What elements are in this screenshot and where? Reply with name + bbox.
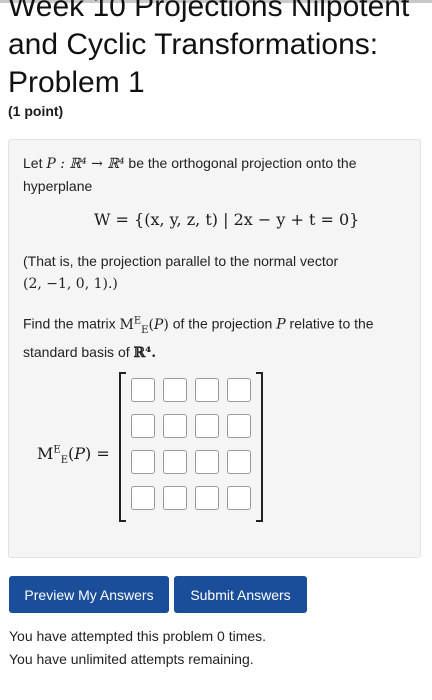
matrix-entry-input[interactable] — [131, 450, 155, 474]
find-matrix-symbol: MEE(P) — [119, 315, 169, 336]
find-middle: of the projection — [172, 315, 273, 332]
matrix-label: MEE(P) = — [37, 444, 110, 467]
matrix-entry-input[interactable] — [131, 414, 155, 438]
matrix-entry-input[interactable] — [227, 414, 251, 438]
points-label: (1 point) — [8, 103, 64, 119]
matrix-entry-input[interactable] — [195, 378, 219, 402]
find-prefix: Find the matrix — [23, 315, 116, 332]
intro-prefix: Let — [23, 155, 43, 171]
intro-map: P : ℝ⁴ → ℝ⁴ — [46, 156, 125, 172]
preview-answers-button[interactable]: Preview My Answers — [9, 576, 169, 613]
find-space: ℝ⁴. — [133, 345, 157, 362]
problem-intro: Let P : ℝ⁴ → ℝ⁴ be the orthogonal projec… — [23, 152, 408, 197]
matrix-entry-input[interactable] — [227, 486, 251, 510]
matrix-entry-input[interactable] — [163, 486, 187, 510]
matrix-right-bracket — [256, 372, 263, 522]
matrix-entry-input[interactable] — [227, 450, 251, 474]
matrix-grid — [131, 378, 251, 510]
matrix-entry-input[interactable] — [131, 378, 155, 402]
hyperplane-equation: W = {(x, y, z, t) | 2x − y + t = 0} — [94, 210, 360, 229]
page-title: Week 10 Projections Nilpotent and Cyclic… — [8, 0, 410, 99]
matrix-entry-input[interactable] — [227, 378, 251, 402]
matrix-entry-input[interactable] — [163, 414, 187, 438]
remaining-status: You have unlimited attempts remaining. — [9, 651, 254, 667]
matrix-entry-input[interactable] — [131, 486, 155, 510]
note-text: (That is, the projection parallel to the… — [23, 253, 339, 269]
matrix-entry-input[interactable] — [195, 450, 219, 474]
matrix-entry-input[interactable] — [163, 450, 187, 474]
matrix-entry-input[interactable] — [195, 414, 219, 438]
matrix-left-bracket — [119, 372, 126, 522]
find-P: P — [276, 316, 286, 333]
problem-body: Let P : ℝ⁴ → ℝ⁴ be the orthogonal projec… — [8, 139, 421, 558]
answer-matrix — [119, 372, 263, 524]
matrix-entry-input[interactable] — [195, 486, 219, 510]
submit-answers-button[interactable]: Submit Answers — [174, 576, 307, 613]
matrix-entry-input[interactable] — [163, 378, 187, 402]
note-vector: (2, −1, 0, 1).) — [23, 276, 118, 292]
normal-vector-note: (That is, the projection parallel to the… — [23, 250, 408, 295]
attempts-status: You have attempted this problem 0 times. — [9, 628, 267, 644]
find-matrix-instruction: Find the matrix MEE(P) of the projection… — [23, 310, 408, 364]
